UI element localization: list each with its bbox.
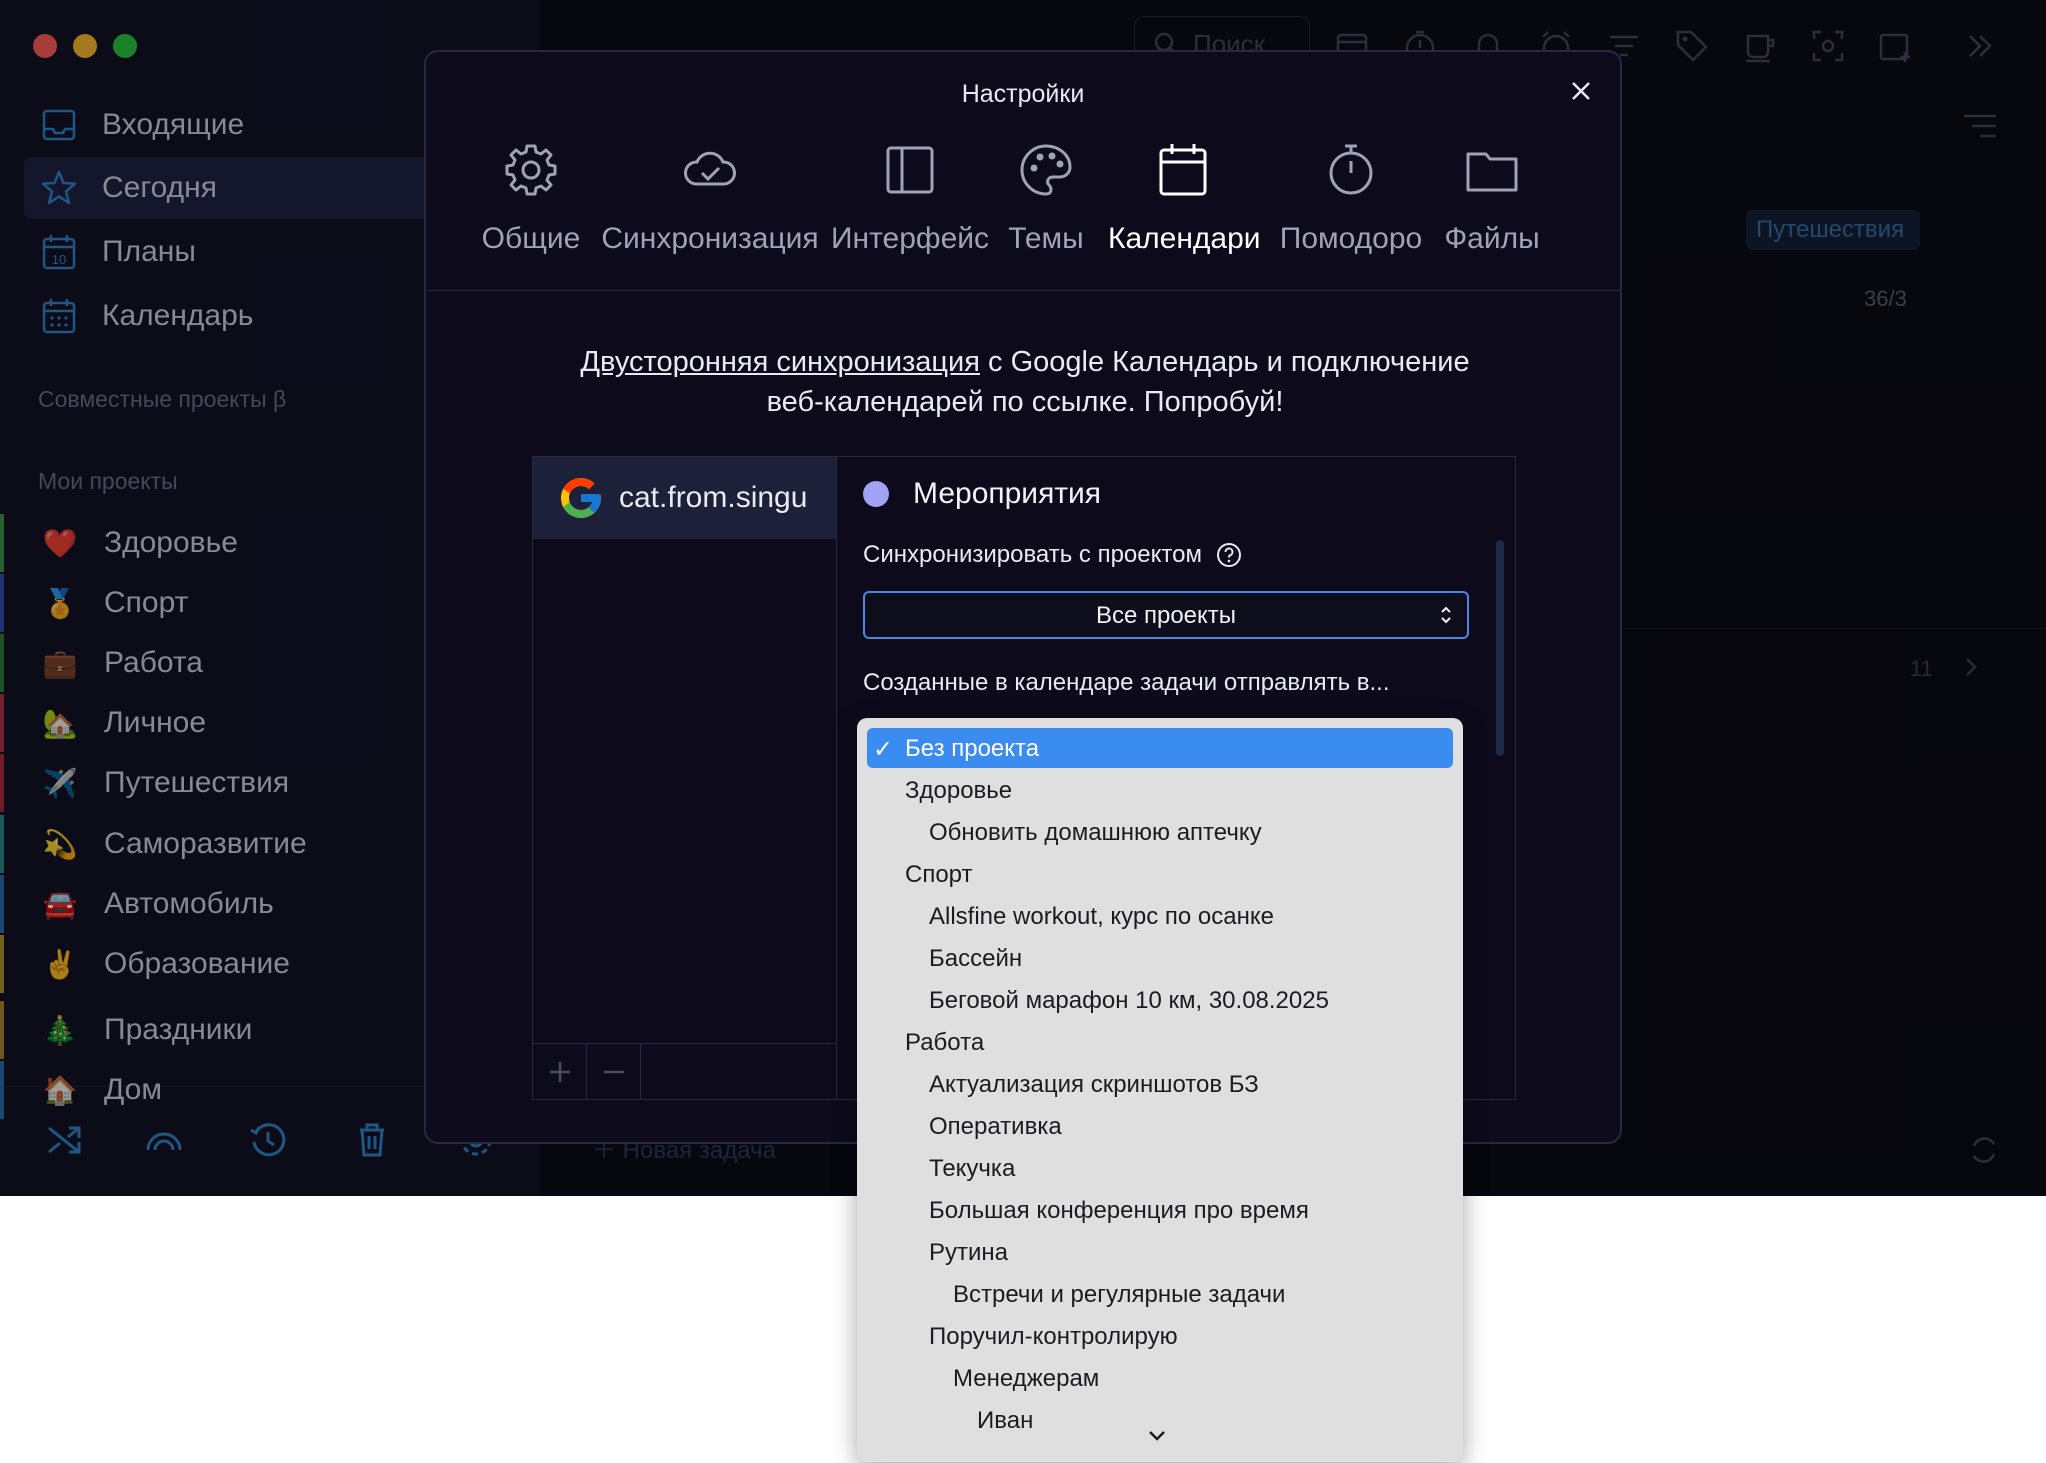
tab-sync[interactable]: Синхронизация [600,140,820,270]
dropdown-option-label: Актуализация скриншотов БЗ [929,1071,1259,1098]
checkmark-icon: ✓ [873,736,894,763]
calendar-color-dot[interactable] [863,481,889,507]
account-item[interactable]: cat.from.singularity [533,457,836,539]
calendar-icon [1159,144,1207,196]
dropdown-option[interactable]: Встречи и регулярные задачи [867,1274,1453,1314]
dropdown-option[interactable]: Работа [867,1022,1453,1062]
dropdown-option-label: Оперативка [929,1113,1062,1140]
dropdown-option[interactable]: Оперативка [867,1106,1453,1146]
google-icon [561,478,601,518]
sync-project-label: Синхронизировать с проектом [863,541,1242,569]
sidebar-layout-icon [886,146,934,194]
dropdown-option-label: Иван [977,1407,1034,1434]
tab-label: Файлы [1444,222,1540,255]
close-icon[interactable] [1566,76,1596,106]
dropdown-option-label: Обновить домашнюю аптечку [929,819,1262,846]
promo-text: Двусторонняя синхронизация с Google Кале… [580,346,1470,418]
dropdown-option-label: Бассейн [929,945,1023,972]
dropdown-option[interactable]: Allsfine workout, курс по осанке [867,896,1453,936]
two-way-sync-link[interactable]: Двусторонняя синхронизация [580,346,980,378]
dropdown-option-label: Рутина [929,1239,1009,1266]
remove-account-button[interactable] [587,1044,641,1099]
chevron-down-icon[interactable] [1145,1426,1169,1446]
dropdown-option-label: Работа [905,1029,985,1056]
dropdown-option[interactable]: Менеджерам [867,1358,1453,1398]
account-list: cat.from.singularity [533,457,837,1099]
help-icon[interactable] [1216,542,1242,568]
target-project-dropdown: ✓ Без проекта Здоровье Обновить домашнюю ап… [857,718,1463,1462]
palette-icon [1020,144,1072,196]
dropdown-option-label: Менеджерам [953,1365,1100,1392]
scrollbar[interactable] [1496,540,1504,756]
dropdown-option-label: Большая конференция про время [929,1197,1309,1224]
dropdown-option-label: Поручил-контролирую [929,1323,1178,1350]
stopwatch-icon [1329,144,1373,195]
tab-files[interactable]: Файлы [1442,140,1542,270]
dropdown-option[interactable]: Бассейн [867,938,1453,978]
account-name: cat.from.singularity [619,481,809,514]
tab-interface[interactable]: Интерфейс [830,140,990,270]
dropdown-option[interactable]: Большая конференция про время [867,1190,1453,1230]
dropdown-option[interactable]: Актуализация скриншотов БЗ [867,1064,1453,1104]
account-controls [533,1043,836,1099]
dropdown-option[interactable]: Обновить домашнюю аптечку [867,812,1453,852]
dropdown-option[interactable]: Поручил-контролирую [867,1316,1453,1356]
tab-label: Календари [1108,222,1261,255]
dropdown-option-label: Здоровье [905,777,1013,804]
dropdown-option[interactable]: Спорт [867,854,1453,894]
send-tasks-label: Созданные в календаре задачи отправлять … [863,669,1390,696]
tab-label: Темы [1008,222,1084,255]
dropdown-option[interactable]: Здоровье [867,770,1453,810]
dropdown-option-label: Без проекта [905,735,1040,762]
dropdown-option-label: Текучка [929,1155,1016,1182]
dropdown-option[interactable]: Текучка [867,1148,1453,1188]
plus-icon [550,1062,570,1082]
tab-label: Общие [481,222,581,255]
gear-icon [505,144,557,196]
dropdown-option[interactable]: ✓ Без проекта [867,728,1453,768]
tab-calendars[interactable]: Календари [1108,140,1261,270]
tab-label: Помодоро [1279,222,1423,255]
folder-icon [1466,152,1518,192]
tab-pomodoro[interactable]: Помодоро [1276,140,1426,270]
minus-icon [604,1070,624,1074]
sync-project-select[interactable]: Все проекты [863,591,1469,639]
tab-label: Интерфейс [830,222,990,255]
dialog-title: Настройки [961,80,1085,108]
cloud-check-icon [684,151,736,186]
dropdown-option-label: Спорт [905,861,973,888]
tab-label: Синхронизация [601,222,819,255]
divider [426,290,1620,291]
dropdown-option[interactable]: Беговой марафон 10 км, 30.08.2025 [867,980,1453,1020]
calendar-header: Мероприятия [863,477,1101,511]
dropdown-option-label: Беговой марафон 10 км, 30.08.2025 [929,987,1329,1014]
dropdown-option-label: Встречи и регулярные задачи [953,1281,1286,1308]
tab-general[interactable]: Общие [476,140,586,270]
dropdown-option[interactable]: Рутина [867,1232,1453,1272]
dropdown-option-label: Allsfine workout, курс по осанке [929,903,1274,930]
add-account-button[interactable] [533,1044,587,1099]
calendar-name: Мероприятия [913,477,1102,510]
tab-themes[interactable]: Темы [1002,140,1090,270]
updown-chevron-icon [1441,606,1451,624]
